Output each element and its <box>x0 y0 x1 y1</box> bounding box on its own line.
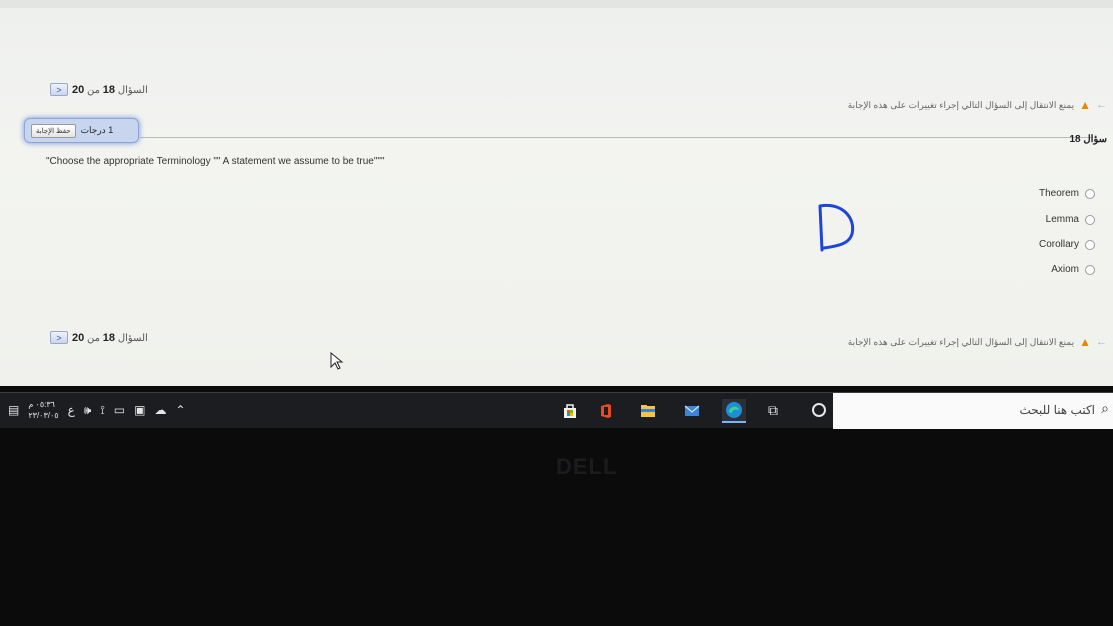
navigation-warning-top: ← ▲ يمنع الانتقال إلى السؤال التالي إجرا… <box>848 98 1107 112</box>
chevron-up-icon[interactable]: ⌃ <box>175 403 185 417</box>
clock[interactable]: ٠٥:٣٦ م ٢٣/٠٣/٠٥ <box>28 399 58 421</box>
taskbar: ▤ ٠٥:٣٦ م ٢٣/٠٣/٠٥ ع 🕪 ⟟ ▭ ▣ ☁ ⌃ ⧉ اكتب … <box>0 392 1113 429</box>
warning-text: يمنع الانتقال إلى السؤال التالي إجراء تغ… <box>847 336 1075 347</box>
language-indicator[interactable]: ع <box>68 403 75 417</box>
clock-time: ٠٥:٣٦ م <box>28 400 55 409</box>
chevron-left-icon: < <box>56 332 62 343</box>
search-icon: ⌕ <box>1101 400 1109 416</box>
browser-content: السؤال 18 من 20 < ← ▲ يمنع الانتقال إلى … <box>0 0 1113 386</box>
back-arrow-icon[interactable]: ← <box>1096 336 1107 348</box>
question-nav-top: السؤال 18 من 20 < <box>50 83 148 96</box>
taskbar-search[interactable]: اكتب هنا للبحث ⌕ <box>833 393 1113 429</box>
question-counter-bottom: السؤال 18 من 20 <box>72 332 148 344</box>
next-question-button[interactable]: < <box>50 83 68 96</box>
of-word: من <box>87 332 100 344</box>
file-explorer-icon[interactable] <box>636 399 660 423</box>
clock-date: ٢٣/٠٣/٠٥ <box>28 411 59 420</box>
dell-logo: DELL <box>556 454 618 479</box>
option-label: Corollary <box>1038 239 1079 250</box>
system-tray: ▤ ٠٥:٣٦ م ٢٣/٠٣/٠٥ ع 🕪 ⟟ ▭ ▣ ☁ ⌃ <box>8 399 186 421</box>
question-text: "Choose the appropriate Terminology "" A… <box>46 156 385 167</box>
search-placeholder: اكتب هنا للبحث <box>1019 403 1095 417</box>
of-word: من <box>87 84 100 96</box>
warning-icon: ▲ <box>1079 98 1091 112</box>
back-arrow-icon[interactable]: ← <box>1096 99 1107 111</box>
battery-icon[interactable]: ▭ <box>114 403 125 417</box>
mouse-cursor-icon <box>330 352 344 370</box>
grade-box: 1 درجات حفظ الإجابة <box>24 118 139 143</box>
radio-button[interactable] <box>1085 188 1095 199</box>
option-axiom[interactable]: Axiom <box>1051 264 1095 275</box>
save-answer-button[interactable]: حفظ الإجابة <box>31 123 76 138</box>
edge-browser-icon[interactable] <box>722 399 746 423</box>
pen-mark-drawing <box>818 203 855 252</box>
total-questions: 20 <box>72 331 85 344</box>
top-strip <box>0 0 1113 8</box>
warning-icon: ▲ <box>1079 335 1091 349</box>
volume-icon[interactable]: 🕪 <box>84 403 92 418</box>
option-label: Axiom <box>1051 264 1079 275</box>
divider <box>140 137 1093 138</box>
radio-button[interactable] <box>1085 264 1095 275</box>
notification-icon[interactable]: ▤ <box>8 403 19 417</box>
next-question-button[interactable]: < <box>50 331 68 344</box>
option-lemma[interactable]: Lemma <box>1046 214 1095 225</box>
question-label: سؤال 18 <box>1069 134 1108 145</box>
radio-button[interactable] <box>1085 214 1095 225</box>
meet-now-icon[interactable]: ▣ <box>134 403 145 417</box>
option-label: Theorem <box>1038 188 1079 199</box>
warning-text: يمنع الانتقال إلى السؤال التالي إجراء تغ… <box>847 99 1075 110</box>
question-nav-bottom: السؤال 18 من 20 < <box>50 331 148 344</box>
option-theorem[interactable]: Theorem <box>1039 188 1095 199</box>
onedrive-icon[interactable]: ☁ <box>154 403 166 417</box>
total-questions: 20 <box>72 83 85 96</box>
navigation-warning-bottom: ← ▲ يمنع الانتقال إلى السؤال التالي إجرا… <box>848 335 1107 349</box>
grade-value: 1 درجات <box>80 125 114 135</box>
radio-button[interactable] <box>1085 239 1095 250</box>
chevron-left-icon: < <box>56 84 62 95</box>
store-icon[interactable] <box>558 399 582 423</box>
question-word: السؤال <box>117 332 148 344</box>
task-view-icon[interactable]: ⧉ <box>768 402 778 419</box>
mail-icon[interactable] <box>680 399 704 423</box>
current-question: 18 <box>102 331 116 344</box>
option-label: Lemma <box>1045 214 1079 225</box>
office-icon[interactable] <box>594 399 618 423</box>
question-counter-top: السؤال 18 من 20 <box>72 84 148 96</box>
wifi-icon[interactable]: ⟟ <box>100 403 104 418</box>
question-word: السؤال <box>117 84 148 96</box>
cortana-icon[interactable] <box>812 403 826 417</box>
option-corollary[interactable]: Corollary <box>1039 239 1095 250</box>
current-question: 18 <box>102 83 116 96</box>
